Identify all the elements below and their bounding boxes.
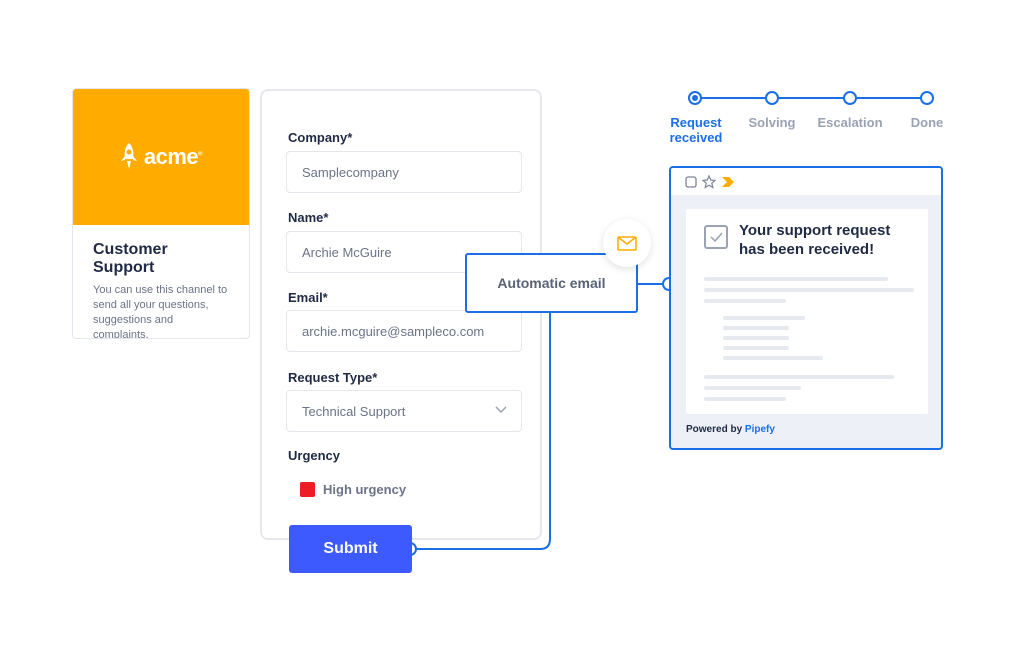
- placeholder-line: [704, 375, 894, 379]
- step-done: Done: [910, 115, 944, 130]
- step-dot-1-center: [692, 95, 698, 101]
- step-dot-3: [843, 91, 857, 105]
- checkbox-icon[interactable]: [685, 175, 697, 188]
- step-solving: Solving: [748, 115, 796, 130]
- important-marker-icon[interactable]: [721, 175, 735, 189]
- placeholder-line: [704, 299, 786, 303]
- pipefy-link[interactable]: Pipefy: [745, 424, 775, 435]
- placeholder-line: [723, 326, 789, 330]
- email-preview: Your support request has been received! …: [669, 166, 943, 450]
- placeholder-line: [704, 277, 888, 281]
- powered-by: Powered by Pipefy: [686, 424, 775, 435]
- preview-toolbar: [671, 168, 941, 195]
- placeholder-line: [723, 316, 805, 320]
- submit-connector: [412, 313, 551, 550]
- placeholder-line: [704, 386, 801, 390]
- submit-button[interactable]: Submit: [289, 525, 412, 573]
- star-icon[interactable]: [702, 174, 716, 189]
- envelope-icon: [617, 235, 637, 251]
- step-escalation: Escalation: [817, 115, 883, 130]
- placeholder-line: [704, 397, 786, 401]
- placeholder-line: [723, 336, 789, 340]
- placeholder-line: [723, 356, 823, 360]
- mail-bubble: [603, 219, 651, 267]
- placeholder-line: [723, 346, 789, 350]
- check-icon: [704, 225, 728, 249]
- step-dot-4: [920, 91, 934, 105]
- preview-message: Your support request has been received!: [686, 209, 928, 414]
- preview-title: Your support request has been received!: [739, 222, 891, 258]
- step-request-received: Request received: [669, 115, 723, 145]
- step-dot-2: [765, 91, 779, 105]
- placeholder-line: [704, 288, 914, 292]
